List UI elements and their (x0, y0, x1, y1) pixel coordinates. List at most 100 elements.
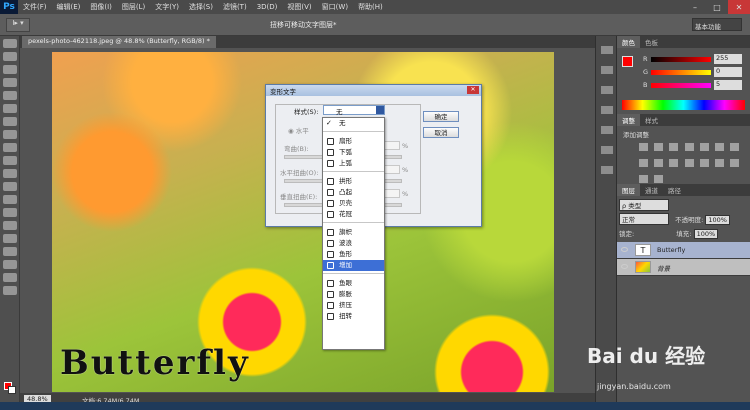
style-option-arc-lower[interactable]: 下弧 (323, 147, 384, 158)
ok-button[interactable]: 确定 (423, 111, 459, 122)
character-panel-icon[interactable] (601, 106, 613, 114)
selective-color-icon[interactable] (654, 175, 664, 183)
lasso-tool-icon[interactable] (3, 65, 17, 74)
style-option-rise[interactable]: 增加 (323, 260, 384, 271)
path-select-tool-icon[interactable] (3, 247, 17, 256)
pen-tool-icon[interactable] (3, 221, 17, 230)
history-panel-icon[interactable] (601, 46, 613, 54)
menu-filter[interactable]: 滤镜(T) (218, 2, 252, 12)
minimize-button[interactable]: – (684, 0, 706, 14)
menu-file[interactable]: 文件(F) (18, 2, 52, 12)
style-option-arch[interactable]: 拱形 (323, 176, 384, 187)
type-tool-icon[interactable] (3, 234, 17, 243)
healing-brush-tool-icon[interactable] (3, 117, 17, 126)
fill-input[interactable]: 100% (693, 229, 719, 239)
tab-channels[interactable]: 通道 (640, 184, 663, 196)
canvas-text-layer[interactable]: Butterfly (60, 343, 250, 383)
brush-panel-icon[interactable] (601, 86, 613, 94)
brush-tool-icon[interactable] (3, 130, 17, 139)
tab-color[interactable]: 颜色 (617, 36, 640, 48)
gradient-tool-icon[interactable] (3, 182, 17, 191)
menu-window[interactable]: 窗口(W) (317, 2, 353, 12)
actions-panel-icon[interactable] (601, 66, 613, 74)
style-option-squeeze[interactable]: 挤压 (323, 300, 384, 311)
paragraph-panel-icon[interactable] (601, 126, 613, 134)
menu-type[interactable]: 文字(Y) (150, 2, 184, 12)
menu-help[interactable]: 帮助(H) (353, 2, 388, 12)
close-button[interactable]: ✕ (728, 0, 750, 14)
menu-layer[interactable]: 图层(L) (117, 2, 150, 12)
visibility-eye-icon[interactable] (621, 264, 628, 269)
background-color-swatch[interactable] (8, 386, 16, 394)
maximize-button[interactable]: □ (706, 0, 728, 14)
dodge-tool-icon[interactable] (3, 208, 17, 217)
history-brush-tool-icon[interactable] (3, 156, 17, 165)
eyedropper-tool-icon[interactable] (3, 104, 17, 113)
photo-filter-icon[interactable] (654, 159, 664, 167)
curves-icon[interactable] (669, 143, 679, 151)
workspace-switcher[interactable]: 基本功能 (692, 18, 742, 31)
color-balance-icon[interactable] (730, 143, 740, 151)
menu-view[interactable]: 视图(V) (282, 2, 316, 12)
threshold-icon[interactable] (730, 159, 740, 167)
blend-mode-select[interactable]: 正常 (619, 213, 669, 225)
style-option-fisheye[interactable]: 鱼眼 (323, 278, 384, 289)
posterize-icon[interactable] (715, 159, 725, 167)
tab-paths[interactable]: 路径 (663, 184, 686, 196)
style-option-arc[interactable]: 扇形 (323, 136, 384, 147)
info-panel-icon[interactable] (601, 166, 613, 174)
menu-select[interactable]: 选择(S) (184, 2, 218, 12)
layer-row-background[interactable]: 背景 (617, 259, 750, 276)
hue-saturation-icon[interactable] (715, 143, 725, 151)
color-spectrum-bar[interactable] (622, 100, 745, 110)
style-option-inflate[interactable]: 膨胀 (323, 289, 384, 300)
style-option-none[interactable]: ✓ 无 (323, 118, 384, 129)
marquee-tool-icon[interactable] (3, 52, 17, 61)
menu-image[interactable]: 图像(I) (85, 2, 117, 12)
style-option-twist[interactable]: 扭转 (323, 311, 384, 322)
style-option-arc-upper[interactable]: 上弧 (323, 158, 384, 169)
dialog-close-icon[interactable]: ✕ (467, 86, 479, 94)
quick-select-tool-icon[interactable] (3, 78, 17, 87)
cancel-button[interactable]: 取消 (423, 127, 459, 138)
tab-swatches[interactable]: 色板 (640, 36, 663, 48)
move-tool-icon[interactable] (3, 39, 17, 48)
hand-tool-icon[interactable] (3, 273, 17, 282)
brightness-icon[interactable] (639, 143, 648, 151)
gradient-map-icon[interactable] (639, 175, 648, 183)
chevron-down-icon[interactable] (376, 106, 384, 114)
menu-3d[interactable]: 3D(D) (252, 3, 283, 11)
visibility-eye-icon[interactable] (621, 247, 628, 252)
tab-layers[interactable]: 图层 (617, 184, 640, 196)
shape-tool-icon[interactable] (3, 260, 17, 269)
blur-tool-icon[interactable] (3, 195, 17, 204)
style-option-flag[interactable]: 花冠 (323, 209, 384, 220)
invert-icon[interactable] (699, 159, 709, 167)
menu-edit[interactable]: 编辑(E) (52, 2, 86, 12)
style-option-fish[interactable]: 鱼形 (323, 249, 384, 260)
tab-adjustments[interactable]: 调整 (617, 114, 640, 126)
layer-filter-select[interactable]: ρ 类型 (619, 199, 669, 211)
opacity-input[interactable]: 100% (705, 215, 730, 225)
tab-styles[interactable]: 样式 (640, 114, 663, 126)
exposure-icon[interactable] (684, 143, 694, 151)
zoom-tool-icon[interactable] (3, 286, 17, 295)
style-option-shell[interactable]: 贝壳 (323, 198, 384, 209)
clone-stamp-tool-icon[interactable] (3, 143, 17, 152)
black-white-icon[interactable] (639, 159, 648, 167)
tool-preset-picker[interactable]: I▸ ▾ (6, 18, 30, 32)
style-option-bulge[interactable]: 凸起 (323, 187, 384, 198)
horizontal-radio[interactable]: ◉ 水平 (288, 125, 309, 135)
vibrance-icon[interactable] (699, 143, 709, 151)
style-option-wave[interactable]: 波浪 (323, 238, 384, 249)
layer-row-butterfly[interactable]: T Butterfly (617, 242, 750, 259)
levels-icon[interactable] (654, 143, 664, 151)
properties-panel-icon[interactable] (601, 146, 613, 154)
color-lookup-icon[interactable] (684, 159, 694, 167)
crop-tool-icon[interactable] (3, 91, 17, 100)
style-option-wave-flag[interactable]: 旗帜 (323, 227, 384, 238)
style-select[interactable]: 无 (323, 105, 385, 116)
document-tab[interactable]: pexels-photo-462118.jpeg @ 48.8% (Butter… (22, 36, 216, 48)
eraser-tool-icon[interactable] (3, 169, 17, 178)
channel-mixer-icon[interactable] (669, 159, 679, 167)
